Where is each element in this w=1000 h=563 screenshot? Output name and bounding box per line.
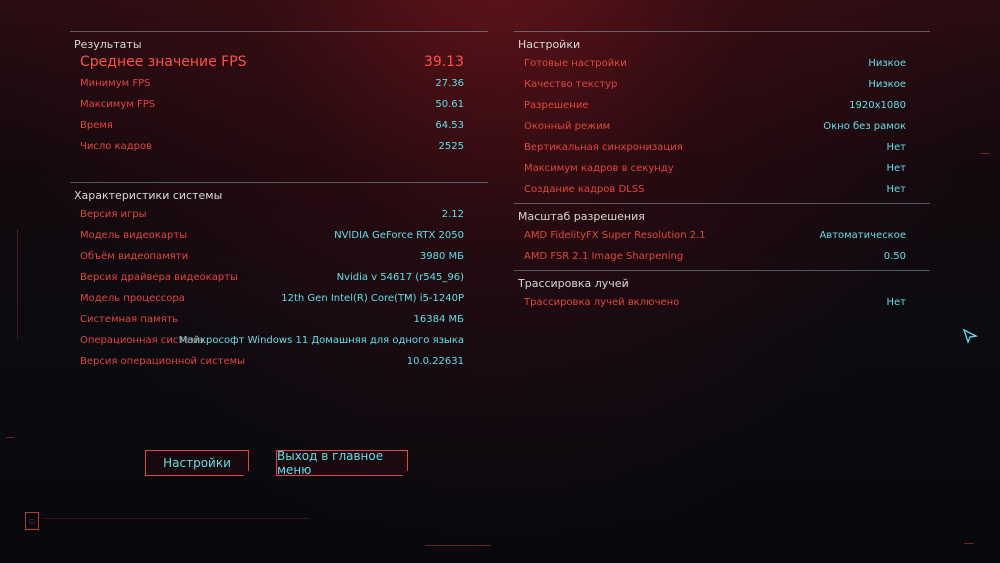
right-edge-deco (980, 153, 990, 156)
row-value: 16384 МБ (413, 314, 464, 325)
settings-row-preset: Готовые настройки Низкое (524, 56, 906, 74)
raytracing-row-enabled: Трассировка лучей включено Нет (524, 295, 906, 313)
results-row-min-fps: Минимум FPS 27.36 (80, 76, 464, 94)
row-label: Системная память (80, 314, 179, 325)
exit-to-main-menu-button[interactable]: Выход в главное меню (276, 449, 408, 477)
results-row-frames: Число кадров 2525 (80, 139, 464, 157)
left-edge-deco (17, 230, 20, 340)
settings-row-window-mode: Оконный режим Окно без рамок (524, 119, 906, 137)
row-label: Разрешение (524, 100, 589, 111)
row-label: Максимум FPS (80, 99, 156, 110)
row-value: 1920x1080 (849, 100, 906, 111)
system-panel: Характеристики системы Версия игры 2.12 … (70, 182, 488, 373)
row-value: 27.36 (435, 78, 464, 89)
row-label: Версия драйвера видеокарты (80, 272, 238, 283)
row-label: Вертикальная синхронизация (524, 142, 683, 153)
row-value: 39.13 (423, 54, 464, 70)
scaling-row-sharpening: AMD FSR 2.1 Image Sharpening 0.50 (524, 249, 906, 267)
row-label: Число кадров (80, 141, 152, 152)
bottom-center-deco (425, 545, 490, 549)
results-row-max-fps: Максимум FPS 50.61 (80, 97, 464, 115)
row-value: NVIDIA GeForce RTX 2050 (334, 230, 464, 241)
settings-row-max-fps: Максимум кадров в секунду Нет (524, 161, 906, 179)
system-title: Характеристики системы (74, 189, 223, 202)
system-row-cpu: Модель процессора 12th Gen Intel(R) Core… (80, 291, 464, 309)
row-value: 0.50 (883, 251, 906, 262)
row-label: Трассировка лучей включено (524, 297, 680, 308)
row-label: Время (80, 120, 113, 131)
row-label: Максимум кадров в секунду (524, 163, 674, 174)
row-value: Майкрософт Windows 11 Домашняя для одног… (178, 335, 464, 346)
row-value: 50.61 (435, 99, 464, 110)
row-value: 2.12 (441, 209, 464, 220)
benchmark-results-screen: Результаты Среднее значение FPS 39.13 Ми… (0, 0, 1000, 563)
row-label: Создание кадров DLSS (524, 184, 645, 195)
system-row-game-version: Версия игры 2.12 (80, 207, 464, 225)
settings-row-vsync: Вертикальная синхронизация Нет (524, 140, 906, 158)
row-value: Nvidia v 54617 (r545_96) (336, 272, 464, 283)
system-row-driver: Версия драйвера видеокарты Nvidia v 5461… (80, 270, 464, 288)
row-value: Нет (886, 142, 907, 153)
row-value: 10.0.22631 (406, 356, 464, 367)
scaling-row-fsr: AMD FidelityFX Super Resolution 2.1 Авто… (524, 228, 906, 246)
raytracing-panel: Трассировка лучей Трассировка лучей вклю… (514, 270, 930, 317)
row-value: Нет (886, 184, 907, 195)
row-label: Среднее значение FPS (80, 54, 247, 70)
row-label: Модель процессора (80, 293, 185, 304)
row-value: Окно без рамок (823, 121, 906, 132)
settings-title: Настройки (518, 38, 581, 51)
settings-row-textures: Качество текстур Низкое (524, 77, 906, 95)
system-row-os: Операционная система Майкрософт Windows … (80, 333, 464, 351)
row-label: AMD FidelityFX Super Resolution 2.1 (524, 230, 706, 241)
scaling-title: Масштаб разрешения (518, 210, 645, 223)
results-row-avg-fps: Среднее значение FPS 39.13 (80, 54, 464, 74)
row-label: Оконный режим (524, 121, 611, 132)
system-row-os-version: Версия операционной системы 10.0.22631 (80, 354, 464, 372)
row-label: AMD FSR 2.1 Image Sharpening (524, 251, 684, 262)
logo-icon: ▢ (25, 512, 39, 530)
row-value: Нет (886, 297, 907, 308)
cursor-icon (962, 328, 979, 348)
settings-row-dlss-fg: Создание кадров DLSS Нет (524, 182, 906, 200)
settings-panel: Настройки Готовые настройки Низкое Качес… (514, 31, 930, 202)
row-label: Готовые настройки (524, 58, 627, 69)
row-label: Версия операционной системы (80, 356, 246, 367)
system-row-ram: Системная память 16384 МБ (80, 312, 464, 330)
left-mid-deco (6, 437, 14, 440)
row-label: Версия игры (80, 209, 147, 220)
system-row-vram: Объём видеопамяти 3980 МБ (80, 249, 464, 267)
results-title: Результаты (74, 38, 142, 51)
settings-row-resolution: Разрешение 1920x1080 (524, 98, 906, 116)
bottom-deco-line (44, 518, 309, 525)
row-value: 64.53 (435, 120, 464, 131)
row-value: Низкое (868, 58, 906, 69)
row-label: Качество текстур (524, 79, 618, 90)
results-panel: Результаты Среднее значение FPS 39.13 Ми… (70, 31, 488, 162)
row-value: Автоматическое (819, 230, 906, 241)
row-label: Модель видеокарты (80, 230, 188, 241)
scaling-panel: Масштаб разрешения AMD FidelityFX Super … (514, 203, 930, 268)
raytracing-title: Трассировка лучей (518, 277, 629, 290)
row-value: Нет (886, 163, 907, 174)
row-label: Минимум FPS (80, 78, 151, 89)
row-value: 12th Gen Intel(R) Core(TM) i5-1240P (281, 293, 464, 304)
row-value: 3980 МБ (419, 251, 464, 262)
system-row-gpu: Модель видеокарты NVIDIA GeForce RTX 205… (80, 228, 464, 246)
row-value: Низкое (868, 79, 906, 90)
row-value: 2525 (438, 141, 464, 152)
settings-button[interactable]: Настройки (145, 450, 249, 476)
right-bottom-deco (964, 543, 974, 546)
row-label: Объём видеопамяти (80, 251, 189, 262)
results-row-time: Время 64.53 (80, 118, 464, 136)
